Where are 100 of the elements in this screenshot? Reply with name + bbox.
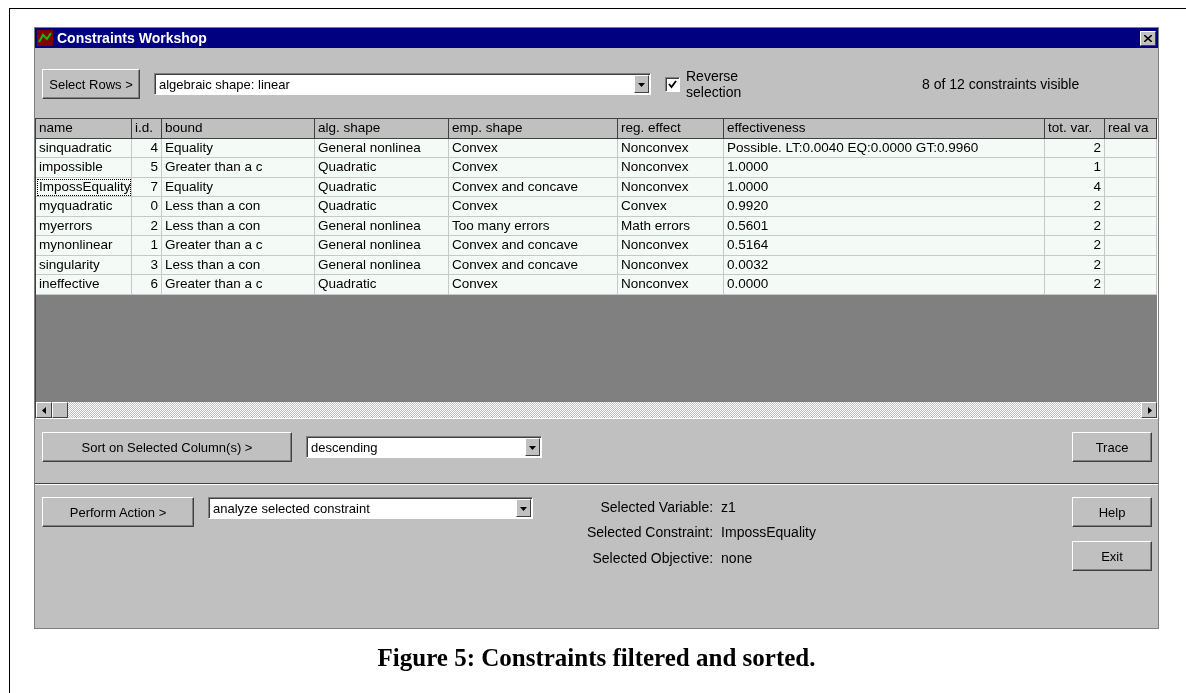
dialog-button[interactable]: Exit xyxy=(1072,541,1152,571)
table-cell[interactable]: Equality xyxy=(162,138,315,158)
table-cell[interactable]: Convex xyxy=(618,197,724,217)
table-cell[interactable]: Quadratic xyxy=(315,177,449,197)
table-cell[interactable]: 1 xyxy=(132,236,162,256)
table-cell[interactable]: General nonlinea xyxy=(315,216,449,236)
table-cell[interactable]: 7 xyxy=(132,177,162,197)
table-cell[interactable]: 4 xyxy=(1045,177,1105,197)
table-cell[interactable]: Convex and concave xyxy=(449,255,618,275)
table-cell[interactable]: Nonconvex xyxy=(618,177,724,197)
table-cell[interactable]: 0.5601 xyxy=(724,216,1045,236)
table-cell[interactable]: Convex and concave xyxy=(449,236,618,256)
table-cell[interactable]: General nonlinea xyxy=(315,236,449,256)
info-value: z1 xyxy=(721,499,737,517)
table-cell[interactable]: 3 xyxy=(132,255,162,275)
column-header[interactable]: real va xyxy=(1105,119,1157,139)
caret-icon xyxy=(529,443,536,451)
left-arrow-icon xyxy=(40,406,48,414)
column-header[interactable]: reg. effect xyxy=(618,119,724,139)
table-cell[interactable]: Quadratic xyxy=(315,197,449,217)
close-button[interactable] xyxy=(1140,30,1156,46)
visible-count: 8 of 12 constraints visible xyxy=(922,76,1080,92)
table-cell[interactable]: 0.5164 xyxy=(724,236,1045,256)
table-cell[interactable]: Possible. LT:0.0040 EQ:0.0000 GT:0.9960 xyxy=(724,138,1045,158)
column-header[interactable]: tot. var. xyxy=(1045,119,1105,139)
dropdown[interactable]: analyze selected constraint xyxy=(208,497,533,519)
table-cell[interactable]: 1 xyxy=(1045,158,1105,178)
table-cell[interactable]: Nonconvex xyxy=(618,275,724,295)
right-arrow-icon xyxy=(1145,406,1153,414)
table-cell[interactable]: Less than a con xyxy=(162,197,315,217)
info-value: none xyxy=(721,549,754,568)
table-cell[interactable]: 1.0000 xyxy=(724,158,1045,178)
table-cell[interactable]: Equality xyxy=(162,177,315,197)
table-cell[interactable]: Greater than a c xyxy=(162,275,315,295)
table-cell[interactable]: 2 xyxy=(1045,197,1105,217)
figure-caption: Figure 5: Constraints filtered and sorted. xyxy=(376,644,817,672)
check-icon xyxy=(668,79,677,89)
table-cell[interactable]: Quadratic xyxy=(315,158,449,178)
table-cell[interactable]: 2 xyxy=(1045,138,1105,158)
scroll-left-button[interactable] xyxy=(36,402,52,418)
table-cell[interactable]: myquadratic xyxy=(36,197,132,217)
scroll-thumb[interactable] xyxy=(52,402,68,418)
table-cell[interactable]: Nonconvex xyxy=(618,255,724,275)
sort-button[interactable]: Sort on Selected Column(s) > xyxy=(42,432,292,462)
table-cell[interactable]: Convex xyxy=(449,138,618,158)
table-cell[interactable]: Math errors xyxy=(618,216,724,236)
column-header[interactable]: alg. shape xyxy=(315,119,449,139)
table-cell[interactable]: Convex xyxy=(449,197,618,217)
table-cell[interactable]: myerrors xyxy=(36,216,132,236)
table-cell[interactable]: 0.0000 xyxy=(724,275,1045,295)
checkbox[interactable] xyxy=(665,76,680,92)
info-value: ImpossEquality xyxy=(721,524,816,543)
table-cell[interactable]: Less than a con xyxy=(162,216,315,236)
table-cell[interactable]: singularity xyxy=(36,255,132,275)
select-rows-button[interactable]: Select Rows > xyxy=(42,69,140,99)
table-cell[interactable]: 6 xyxy=(132,275,162,295)
trace-button[interactable]: Trace xyxy=(1072,432,1152,462)
table-cell[interactable]: impossible xyxy=(36,158,132,178)
table-cell[interactable]: ineffective xyxy=(36,275,132,295)
table-cell[interactable]: mynonlinear xyxy=(36,236,132,256)
column-header[interactable]: effectiveness xyxy=(724,119,1045,139)
table-cell[interactable]: 0.9920 xyxy=(724,197,1045,217)
table-cell[interactable]: 0.0032 xyxy=(724,255,1045,275)
app-icon xyxy=(37,30,53,46)
table-cell[interactable]: Convex and concave xyxy=(449,177,618,197)
table-cell[interactable]: 0 xyxy=(132,197,162,217)
table-cell[interactable]: 1.0000 xyxy=(724,177,1045,197)
table-cell[interactable]: Greater than a c xyxy=(162,158,315,178)
info-label: Selected Constraint: xyxy=(587,524,714,543)
table-cell[interactable]: Nonconvex xyxy=(618,158,724,178)
table-cell[interactable]: 2 xyxy=(132,216,162,236)
table-cell[interactable]: 5 xyxy=(132,158,162,178)
column-header[interactable]: bound xyxy=(162,119,315,139)
column-header[interactable]: emp. shape xyxy=(449,119,618,139)
table-cell[interactable]: 2 xyxy=(1045,255,1105,275)
table-cell[interactable]: ImpossEquality xyxy=(36,177,132,197)
close-icon xyxy=(1144,34,1152,42)
column-header[interactable]: i.d. xyxy=(132,119,162,139)
table-cell[interactable]: sinquadratic xyxy=(36,138,132,158)
table-cell[interactable]: Nonconvex xyxy=(618,236,724,256)
table-cell[interactable]: Greater than a c xyxy=(162,236,315,256)
table-cell[interactable]: General nonlinea xyxy=(315,255,449,275)
table-cell[interactable]: 2 xyxy=(1045,216,1105,236)
dropdown[interactable]: algebraic shape: linear xyxy=(154,73,651,95)
table-cell[interactable]: 2 xyxy=(1045,275,1105,295)
dropdown[interactable]: descending xyxy=(306,436,542,458)
column-header[interactable]: name xyxy=(36,119,132,139)
table-cell[interactable]: Convex xyxy=(449,275,618,295)
dialog-button[interactable]: Help xyxy=(1072,497,1152,527)
table-cell[interactable]: General nonlinea xyxy=(315,138,449,158)
table-cell[interactable]: 4 xyxy=(132,138,162,158)
table-cell[interactable]: 2 xyxy=(1045,236,1105,256)
table-cell[interactable]: Quadratic xyxy=(315,275,449,295)
table-cell[interactable]: Too many errors xyxy=(449,216,618,236)
table-cell[interactable]: Nonconvex xyxy=(618,138,724,158)
caret-icon xyxy=(638,80,645,88)
table-cell[interactable]: Convex xyxy=(449,158,618,178)
table-cell[interactable]: Less than a con xyxy=(162,255,315,275)
scroll-right-button[interactable] xyxy=(1141,402,1157,418)
perform-action-button[interactable]: Perform Action > xyxy=(42,497,194,527)
